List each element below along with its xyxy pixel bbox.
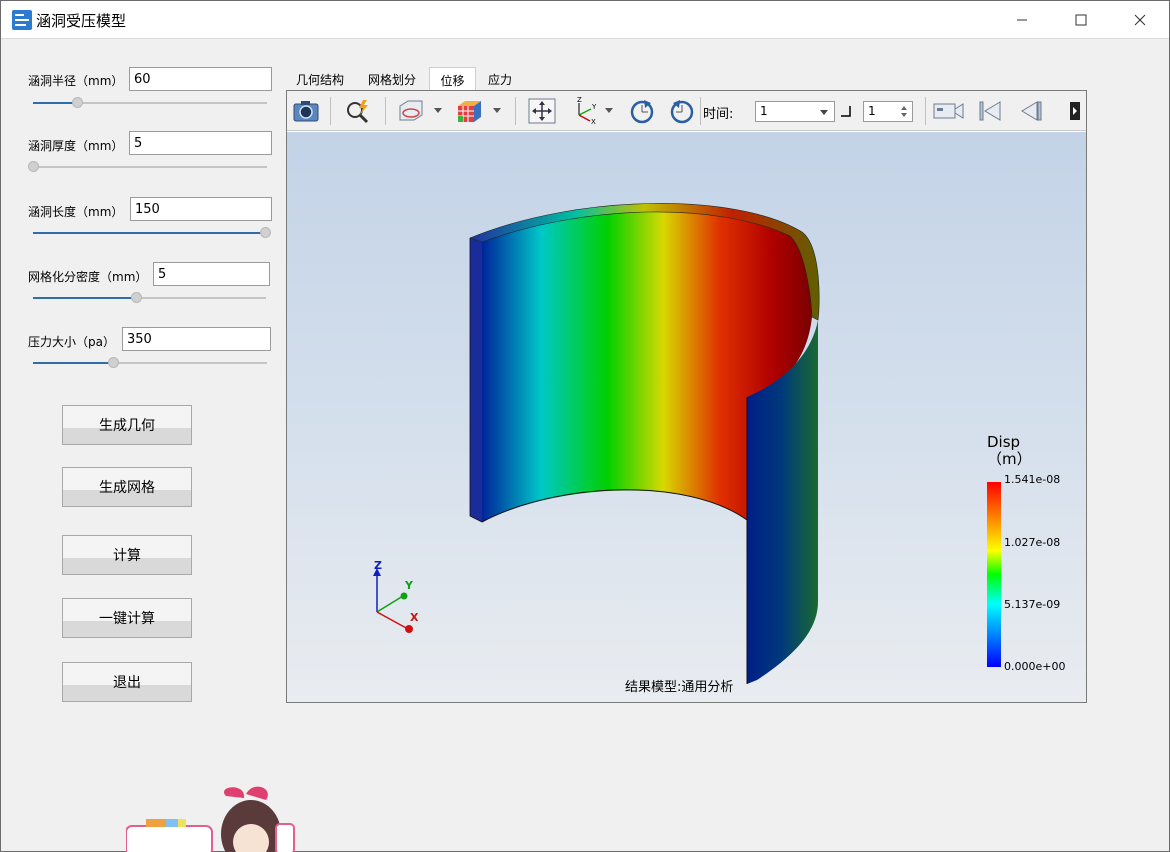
legend-value-2: 1.027e-08 [1004,536,1061,549]
axis-x-label: X [410,611,419,624]
step-value: 1 [868,104,876,118]
generate-mesh-button[interactable]: 生成网格 [62,467,192,507]
legend-title: Disp （m） [987,433,1032,468]
thickness-slider[interactable] [28,161,267,173]
close-icon [1134,14,1146,26]
svg-text:X: X [591,118,596,125]
main-window: 涵洞受压模型 涵洞半径（mm） 涵洞厚度（mm） 涵洞长度（mm） 网格化分密度… [0,0,1170,852]
length-slider[interactable] [33,227,271,239]
pressure-input[interactable] [122,327,271,351]
axis-z-label: Z [374,559,382,572]
compute-button[interactable]: 计算 [62,535,192,575]
zoom-fit-icon[interactable] [343,97,373,125]
minimize-button[interactable] [993,1,1051,39]
length-label: 涵洞长度（mm） [28,205,124,219]
step-corner-icon [835,97,857,125]
minimize-icon [1017,19,1027,21]
close-button[interactable] [1111,1,1169,39]
thickness-input[interactable] [129,131,272,155]
3d-scene[interactable]: Z Y X Disp （m） 1.541e-08 1.027e-08 5.137… [287,132,1086,702]
time-label: 时间: [703,107,734,122]
radius-label: 涵洞半径（mm） [28,74,124,88]
svg-text:Y: Y [591,103,597,111]
radius-slider[interactable] [33,97,267,109]
rotate-ccw-icon[interactable] [667,97,697,125]
spin-up-icon[interactable] [901,106,907,110]
view-box-icon[interactable] [395,97,425,125]
one-click-compute-button[interactable]: 一键计算 [62,598,192,638]
legend-title-unit: （m） [987,450,1032,468]
time-select-value: 1 [760,104,768,118]
legend-value-max: 1.541e-08 [1004,473,1061,486]
pan-move-icon[interactable] [527,97,557,125]
maximize-icon [1075,14,1087,26]
thickness-label: 涵洞厚度（mm） [28,139,124,153]
result-model-caption: 结果模型:通用分析 [625,680,734,695]
tab-geometry[interactable]: 几何结构 [287,67,353,91]
culvert-model-render [373,203,820,684]
mesh-density-input[interactable] [153,262,270,286]
spin-down-icon[interactable] [901,113,907,117]
legend-value-min: 0.000e+00 [1004,660,1066,673]
mesh-density-slider[interactable] [33,292,266,304]
pressure-label: 压力大小（pa） [28,335,115,349]
tab-stress[interactable]: 应力 [477,67,523,91]
svg-text:Z: Z [577,97,582,104]
pressure-slider-handle[interactable] [107,357,119,368]
previous-frame-icon[interactable] [1015,97,1045,125]
viewer-toolbar: Z YX 时间: 1 1 [287,91,1086,131]
mesh-density-slider-handle[interactable] [130,292,142,303]
legend-title-disp: Disp [987,433,1021,451]
title-bar[interactable]: 涵洞受压模型 [1,1,1169,39]
legend-value-3: 5.137e-09 [1004,598,1061,611]
window-title: 涵洞受压模型 [36,12,127,30]
length-slider-handle[interactable] [260,227,271,238]
mesh-density-label: 网格化分密度（mm） [28,270,148,284]
maximize-button[interactable] [1052,1,1110,39]
thickness-slider-handle[interactable] [28,161,39,172]
generate-geometry-button[interactable]: 生成几何 [62,405,192,445]
color-legend-bar [987,482,1001,667]
desktop-pet-mascot[interactable] [125,786,296,852]
radius-slider-handle[interactable] [72,97,84,108]
render-mode-cube-icon[interactable] [454,97,484,125]
screenshot-camera-icon[interactable] [291,97,321,125]
axes-triad [373,568,413,633]
axis-y-label: Y [405,579,413,592]
pressure-slider[interactable] [33,357,267,369]
rotate-cw-icon[interactable] [627,97,657,125]
time-select[interactable]: 1 [755,101,835,122]
chevron-down-icon [820,110,828,115]
tab-mesh[interactable]: 网格划分 [355,67,429,91]
exit-button[interactable]: 退出 [62,662,192,702]
radius-input[interactable] [129,67,272,91]
axis-orientation-icon[interactable]: Z YX [571,97,601,125]
app-icon [12,10,32,30]
more-overflow-icon[interactable] [1065,97,1085,125]
tab-displacement[interactable]: 位移 [429,67,476,91]
first-frame-icon[interactable] [975,97,1005,125]
length-input[interactable] [130,197,272,221]
record-video-icon[interactable] [932,97,966,125]
step-spinbox[interactable]: 1 [863,101,913,122]
result-viewer: ZYX 时间: 1 1 Z Y X Disp （m） 1.541e-08 1.0… [286,90,1087,703]
